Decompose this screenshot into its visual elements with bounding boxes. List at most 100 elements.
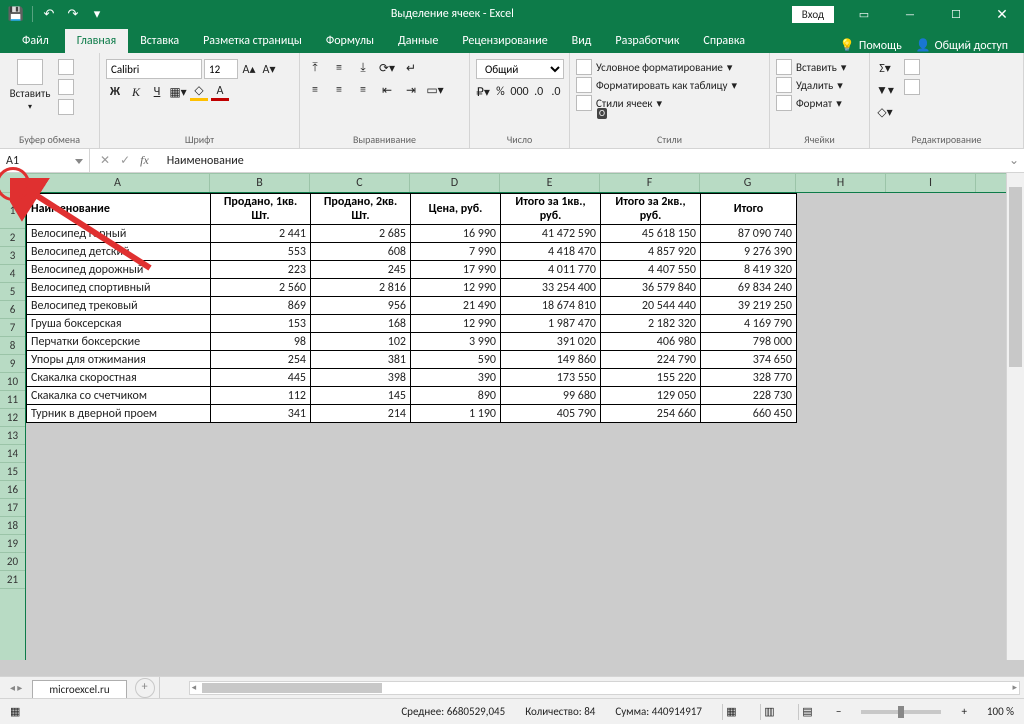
format-painter-icon[interactable] xyxy=(58,99,74,115)
ribbon-options-icon[interactable]: ▭ xyxy=(842,0,886,28)
cancel-formula-icon[interactable]: ✕ xyxy=(100,153,110,168)
comma-icon[interactable]: 000 xyxy=(511,83,529,101)
number-format[interactable]: Общий xyxy=(476,59,564,79)
titlebar: 💾 ↶ ↷ ▾ Выделение ячеек - Excel Вход ▭ —… xyxy=(0,0,1024,28)
delete-cells-icon xyxy=(776,77,792,93)
expand-formula-icon[interactable]: ⌄ xyxy=(1004,153,1024,168)
grow-font-icon[interactable]: A▴ xyxy=(240,60,258,78)
indent-dec-icon[interactable]: ⇤ xyxy=(378,81,396,99)
redo-icon[interactable]: ↷ xyxy=(65,6,81,22)
view-layout-icon[interactable]: ▥ xyxy=(760,704,778,720)
tab-help[interactable]: Справка xyxy=(691,29,757,53)
font-size[interactable] xyxy=(204,59,238,79)
group-clipboard: Буфер обмена xyxy=(6,131,93,146)
row-headers[interactable]: 123456789101112131415161718192021 xyxy=(0,193,26,660)
qat-more-icon[interactable]: ▾ xyxy=(89,6,105,22)
tab-data[interactable]: Данные xyxy=(386,29,450,53)
cells-area[interactable]: НаименованиеПродано, 1кв. Шт.Продано, 2к… xyxy=(26,193,1006,660)
percent-icon[interactable]: % xyxy=(493,83,507,101)
formula-bar: A1 ✕ ✓ fx Наименование ⌄ xyxy=(0,149,1024,173)
horizontal-scrollbar[interactable]: ◂▸ xyxy=(189,681,1020,695)
sheet-tab-active[interactable]: microexcel.ru xyxy=(32,680,126,698)
align-top-icon[interactable]: ⤒ xyxy=(306,59,324,77)
dec-decimal-icon[interactable]: .0 xyxy=(549,83,563,101)
zoom-level[interactable]: 100 % xyxy=(987,705,1014,718)
tab-review[interactable]: Рецензирование xyxy=(450,29,559,53)
autosum-icon[interactable]: Σ▾ xyxy=(876,59,894,77)
select-all-button[interactable] xyxy=(0,173,26,193)
underline-button[interactable]: Ч xyxy=(148,83,166,101)
zoom-in-button[interactable]: + xyxy=(961,705,966,718)
format-table-icon xyxy=(576,77,592,93)
group-cells: Ячейки xyxy=(776,131,863,146)
shrink-font-icon[interactable]: A▾ xyxy=(260,60,278,78)
tell-me[interactable]: 💡 Помощь xyxy=(840,38,902,53)
undo-icon[interactable]: ↶ xyxy=(41,6,57,22)
align-left-icon[interactable]: ≡ xyxy=(306,81,324,99)
share-button[interactable]: 👤 Общий доступ xyxy=(916,38,1008,53)
borders-icon[interactable]: ▦▾ xyxy=(169,83,187,101)
status-count: Количество: 84 xyxy=(525,705,595,718)
font-color-icon[interactable]: A xyxy=(211,83,229,101)
enter-formula-icon[interactable]: ✓ xyxy=(120,153,130,168)
fill-icon[interactable]: ▼▾ xyxy=(876,81,894,99)
fx-icon[interactable]: fx xyxy=(140,153,149,168)
format-cells-button[interactable]: Формат▾ xyxy=(776,95,842,111)
sheet-tabs: ◂ ▸ microexcel.ru + ◂▸ xyxy=(0,676,1024,698)
align-bottom-icon[interactable]: ⤓ xyxy=(354,59,372,77)
cond-format-button[interactable]: Условное форматирование▾ xyxy=(576,59,732,75)
tab-home[interactable]: Главная xyxy=(65,29,128,53)
tab-insert[interactable]: Вставка xyxy=(128,29,191,53)
tab-view[interactable]: Вид xyxy=(560,29,604,53)
cond-format-icon xyxy=(576,59,592,75)
view-break-icon[interactable]: ▤ xyxy=(798,704,816,720)
format-table-button[interactable]: Форматировать как таблицу▾ xyxy=(576,77,737,93)
spreadsheet-grid: ABCDEFGHI 123456789101112131415161718192… xyxy=(0,173,1024,676)
cell-styles-icon xyxy=(576,95,592,111)
tab-dev[interactable]: Разработчик xyxy=(603,29,691,53)
font-name[interactable] xyxy=(106,59,202,79)
delete-cells-button[interactable]: Удалить▾ xyxy=(776,77,843,93)
ribbon: О Вставить▾ Буфер обмена A▴ A▾ Ж xyxy=(0,53,1024,149)
zoom-slider[interactable] xyxy=(861,710,941,714)
copy-icon[interactable] xyxy=(58,79,74,95)
signin-button[interactable]: Вход xyxy=(792,6,834,23)
indent-inc-icon[interactable]: ⇥ xyxy=(402,81,420,99)
italic-button[interactable]: К xyxy=(127,83,145,101)
sheet-nav[interactable]: ◂ ▸ xyxy=(0,681,32,694)
tab-file[interactable]: Файл xyxy=(6,29,65,53)
sort-icon[interactable] xyxy=(904,59,920,75)
find-icon[interactable] xyxy=(904,79,920,95)
save-icon[interactable]: 💾 xyxy=(8,6,24,22)
clear-icon[interactable]: ◇▾ xyxy=(876,103,894,121)
orientation-icon[interactable]: ⟳▾ xyxy=(378,59,396,77)
view-normal-icon[interactable]: ▦ xyxy=(722,704,740,720)
status-bar: ▦ Среднее: 6680529,045 Количество: 84 Су… xyxy=(0,698,1024,724)
vertical-scrollbar[interactable] xyxy=(1006,173,1024,660)
align-center-icon[interactable]: ≡ xyxy=(330,81,348,99)
insert-cells-button[interactable]: Вставить▾ xyxy=(776,59,846,75)
cut-icon[interactable] xyxy=(58,59,74,75)
zoom-out-button[interactable]: − xyxy=(836,705,841,718)
inc-decimal-icon[interactable]: .0 xyxy=(532,83,546,101)
column-headers[interactable]: ABCDEFGHI xyxy=(26,173,1006,193)
currency-icon[interactable]: ₽▾ xyxy=(476,83,490,101)
fill-color-icon[interactable]: ◇ xyxy=(190,83,208,101)
cell-styles-button[interactable]: Стили ячеек▾ xyxy=(576,95,662,111)
wrap-text-icon[interactable]: ↵ xyxy=(402,59,420,77)
align-middle-icon[interactable]: ≡ xyxy=(330,59,348,77)
close-button[interactable]: ✕ xyxy=(980,0,1024,28)
add-sheet-button[interactable]: + xyxy=(135,678,155,698)
name-box[interactable]: A1 xyxy=(0,149,90,172)
minimize-button[interactable]: — xyxy=(888,0,932,28)
formula-input[interactable]: Наименование xyxy=(159,154,1004,168)
align-right-icon[interactable]: ≡ xyxy=(354,81,372,99)
tab-formulas[interactable]: Формулы xyxy=(314,29,386,53)
paste-button[interactable]: Вставить▾ xyxy=(6,59,54,112)
insert-cells-icon xyxy=(776,59,792,75)
merge-icon[interactable]: ▭▾ xyxy=(426,81,444,99)
tab-layout[interactable]: Разметка страницы xyxy=(191,29,314,53)
status-average: Среднее: 6680529,045 xyxy=(401,705,505,718)
bold-button[interactable]: Ж xyxy=(106,83,124,101)
maximize-button[interactable]: ☐ xyxy=(934,0,978,28)
